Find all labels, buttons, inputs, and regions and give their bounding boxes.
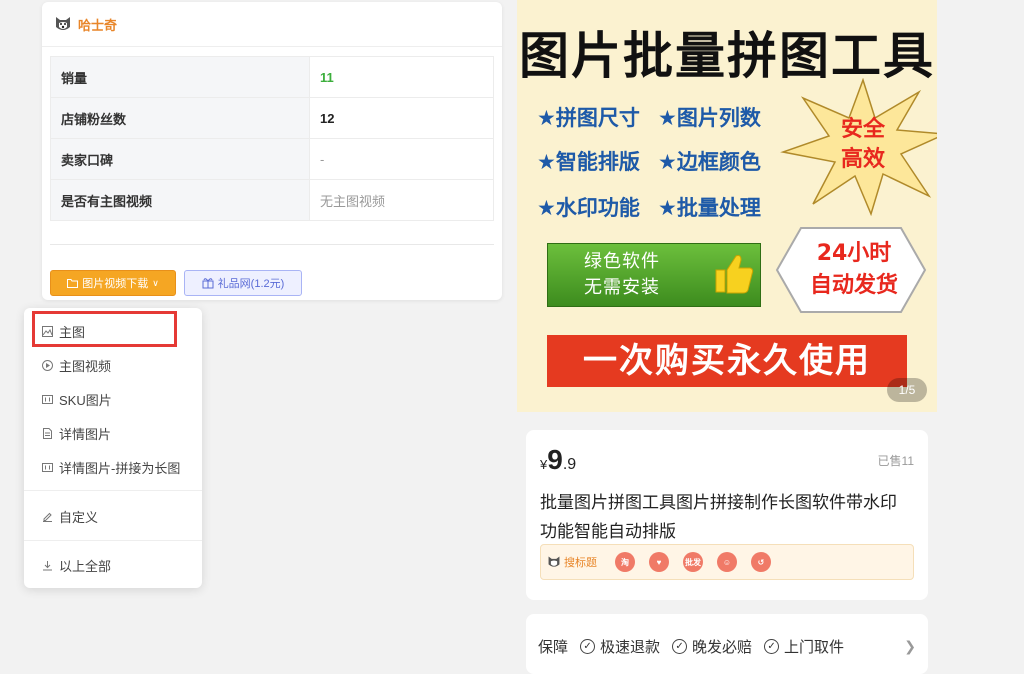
product-title: 批量图片拼图工具图片拼接制作长图软件带水印功能智能自动排版 <box>540 493 897 541</box>
face-search-icon[interactable]: ☺ <box>717 552 737 572</box>
gallery-icon <box>42 462 53 472</box>
feature-text: ★图片列数 <box>658 106 761 130</box>
husky-logo-icon <box>56 17 70 30</box>
burst-line: 安全 <box>840 117 885 142</box>
play-icon <box>42 359 53 371</box>
wholesale-search-icon[interactable]: 批发 <box>683 552 703 572</box>
table-row: 是否有主图视频 无主图视频 <box>50 179 494 221</box>
gift-button[interactable]: 礼品网(1.2元) <box>184 270 302 296</box>
info-panel: 哈士奇 销量 11 店铺粉丝数 12 卖家口碑 - 是否有主图视频 无主图视频 … <box>42 2 502 300</box>
product-info-card: ¥9.9 已售11 批量图片拼图工具图片拼接制作长图软件带水印功能智能自动排版 … <box>526 430 928 600</box>
menu-item-custom[interactable]: 自定义 <box>42 506 98 526</box>
green-text: 绿色软件 无需安装 <box>584 249 660 301</box>
guarantee-text: 极速退款 <box>600 639 661 656</box>
row-value: 12 <box>309 97 494 139</box>
feature-text: ★水印功能 <box>537 196 640 220</box>
table-row: 销量 11 <box>50 56 494 98</box>
table-row: 卖家口碑 - <box>50 138 494 180</box>
row-value: 11 <box>309 56 494 98</box>
search-tools-row: 搜标题 淘 ♥ 批发 ☺ ↺ <box>540 544 914 580</box>
highlight-box <box>32 311 177 347</box>
pen-icon <box>43 512 52 522</box>
green-line: 无需安装 <box>584 277 660 298</box>
chevron-down-icon: ∨ <box>152 277 159 288</box>
chevron-right-icon: ❯ <box>904 638 916 654</box>
burst-line: 高效 <box>840 147 885 172</box>
menu-item-all[interactable]: 以上全部 <box>42 555 111 575</box>
gift-button-label: 礼品网(1.2元) <box>217 278 285 290</box>
menu-item-main-video[interactable]: 主图视频 <box>42 355 111 375</box>
green-line: 绿色软件 <box>584 251 660 272</box>
check-circle-icon: ✓ <box>672 639 688 654</box>
guarantee-row: 保障 ✓ 极速退款 ✓ 晚发必赔 ✓ 上门取件 <box>538 636 844 657</box>
feature-text: ★边框颜色 <box>658 150 761 174</box>
panel-header: 哈士奇 <box>42 2 502 47</box>
feature-text: ★批量处理 <box>658 196 761 220</box>
row-label: 卖家口碑 <box>50 138 310 180</box>
feature-text: ★拼图尺寸 <box>537 106 640 130</box>
guarantee-text: 上门取件 <box>784 639 845 656</box>
search-title-button[interactable]: 搜标题 <box>547 554 597 570</box>
document-icon <box>43 427 52 439</box>
folder-icon <box>67 279 79 288</box>
menu-item-label: SKU图片 <box>59 392 112 408</box>
menu-item-sku-images[interactable]: SKU图片 <box>42 389 112 409</box>
download-button-label: 图片视频下载 <box>82 278 149 290</box>
download-icon <box>43 560 52 570</box>
burst-text: 安全 高效 <box>815 115 911 175</box>
guarantee-item: ✓ 晚发必赔 <box>672 636 752 657</box>
divider <box>50 244 494 245</box>
row-label: 是否有主图视频 <box>50 179 310 221</box>
green-software-box: 绿色软件 无需安装 <box>547 243 761 307</box>
gauge-search-icon[interactable]: ↺ <box>751 552 771 572</box>
menu-divider <box>24 540 202 541</box>
menu-item-label: 详情图片 <box>59 426 112 442</box>
thumbs-up-icon <box>715 255 754 294</box>
heart-search-icon[interactable]: ♥ <box>649 552 669 572</box>
check-circle-icon: ✓ <box>580 639 596 654</box>
row-label: 店铺粉丝数 <box>50 97 310 139</box>
guarantee-text: 晚发必赔 <box>692 639 753 656</box>
feature-text: ★智能排版 <box>537 150 640 174</box>
menu-item-label: 自定义 <box>59 509 99 525</box>
gallery-icon <box>42 394 53 404</box>
table-row: 店铺粉丝数 12 <box>50 97 494 139</box>
husky-logo-icon <box>548 556 560 567</box>
guarantee-item: ✓ 上门取件 <box>764 636 844 657</box>
guarantee-item: ✓ 极速退款 <box>580 636 660 657</box>
guarantee-label: 保障 <box>538 639 569 656</box>
panel-title: 哈士奇 <box>78 17 118 33</box>
price-decimal: .9 <box>562 456 577 473</box>
taobao-search-icon[interactable]: 淘 <box>615 552 635 572</box>
hexagon-text: 24小时 自动发货 <box>783 238 925 302</box>
download-dropdown-button[interactable]: 图片视频下载 ∨ <box>50 270 176 296</box>
check-circle-icon: ✓ <box>764 639 780 654</box>
menu-item-detail-long-image[interactable]: 详情图片-拼接为长图 <box>42 457 180 477</box>
download-dropdown-menu: 主图 主图视频 SKU图片 详情图片 详情图片-拼接为长图 自定义 以上全部 <box>24 308 202 588</box>
row-value: - <box>309 138 494 180</box>
row-label: 销量 <box>50 56 310 98</box>
row-value: 无主图视频 <box>309 179 494 221</box>
guarantee-card[interactable]: 保障 ✓ 极速退款 ✓ 晚发必赔 ✓ 上门取件 ❯ <box>526 614 928 674</box>
menu-item-label: 主图视频 <box>59 358 112 374</box>
menu-divider <box>24 490 202 491</box>
menu-item-label: 详情图片-拼接为长图 <box>59 460 181 476</box>
search-title-label: 搜标题 <box>564 557 597 569</box>
gift-icon <box>202 278 214 289</box>
sold-count: 已售11 <box>877 454 914 468</box>
stats-table: 销量 11 店铺粉丝数 12 卖家口碑 - 是否有主图视频 无主图视频 <box>50 56 494 221</box>
hex-line: 24小时 <box>816 241 892 266</box>
red-banner: 一次购买永久使用 <box>547 335 907 387</box>
menu-item-detail-images[interactable]: 详情图片 <box>42 423 111 443</box>
price: ¥9.9 <box>540 444 576 476</box>
menu-item-label: 以上全部 <box>59 558 112 574</box>
price-integer: 9 <box>547 444 563 475</box>
product-main-image[interactable]: 图片批量拼图工具 ★拼图尺寸 ★图片列数 ★智能排版 ★边框颜色 ★水印功能 ★… <box>517 0 937 412</box>
image-pager: 1/5 <box>887 378 927 402</box>
hex-line: 自动发货 <box>809 273 898 298</box>
